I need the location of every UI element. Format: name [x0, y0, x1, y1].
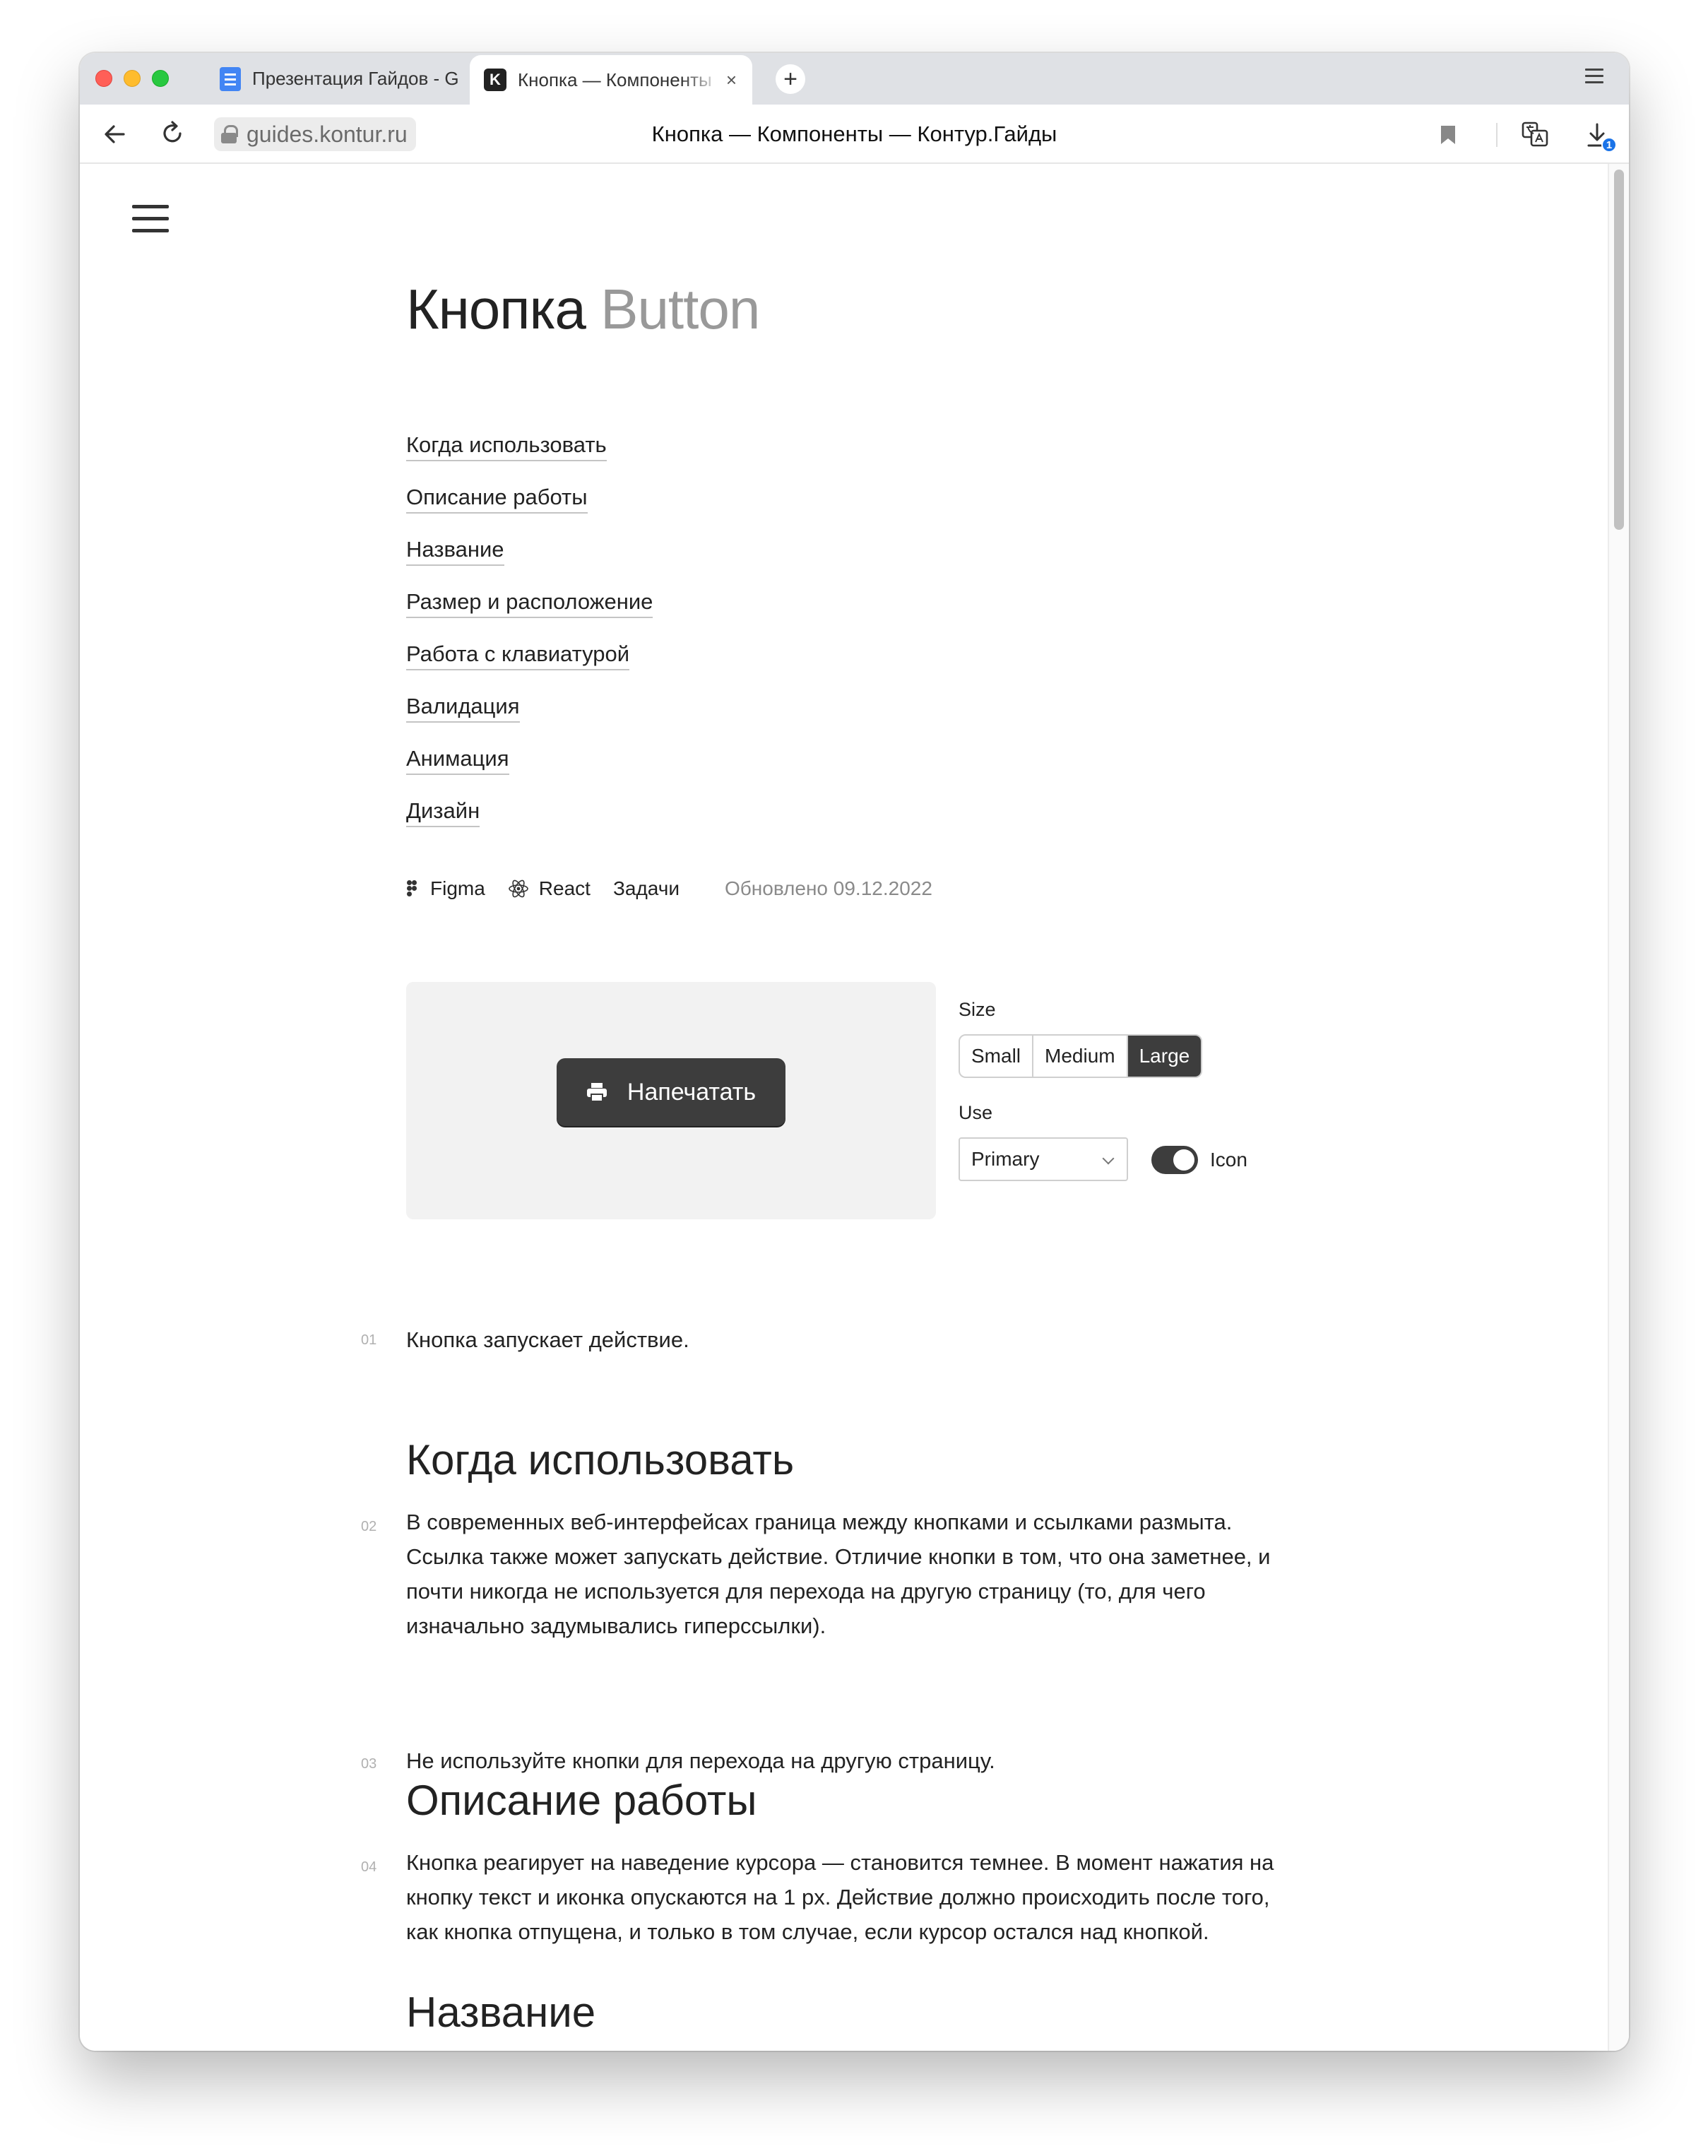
print-button[interactable]: Напечатать	[557, 1058, 785, 1126]
toc-link-name[interactable]: Название	[406, 537, 504, 566]
paragraph-number: 02	[361, 1519, 377, 1534]
section-heading-when: Когда использовать	[406, 1436, 795, 1483]
maximize-window-button[interactable]	[152, 70, 169, 87]
resource-links: Figma React Задачи Обновлено 09.12.2022	[406, 877, 932, 900]
page-title-en: Button	[600, 278, 760, 340]
toc-link-description[interactable]: Описание работы	[406, 485, 588, 514]
paragraph-when: В современных веб-интерфейсах граница ме…	[406, 1510, 1271, 1638]
paragraph-number: 03	[361, 1756, 377, 1772]
paragraph-number: 04	[361, 1859, 377, 1875]
address-bar[interactable]: guides.kontur.ru	[214, 117, 416, 151]
tabs-menu-icon[interactable]	[1585, 69, 1603, 88]
use-select-value: Primary	[971, 1148, 1040, 1170]
chevron-down-icon	[1102, 1152, 1115, 1165]
size-switcher: Small Medium Large	[959, 1034, 1203, 1078]
tab-title: Кнопка — Компоненты	[518, 69, 712, 90]
tab-strip: Презентация Гайдов - G K Кнопка — Компон…	[80, 53, 1629, 105]
icon-toggle-label: Icon	[1210, 1149, 1247, 1171]
react-link-label: React	[538, 877, 591, 899]
lock-icon	[221, 125, 238, 143]
toolbar-divider	[1496, 123, 1498, 147]
toc-link-validation[interactable]: Валидация	[406, 694, 520, 723]
back-arrow-icon[interactable]	[101, 120, 129, 148]
toc-link-keyboard[interactable]: Работа с клавиатурой	[406, 641, 630, 670]
use-label: Use	[959, 1102, 993, 1123]
new-tab-button[interactable]: +	[776, 64, 805, 94]
paragraph-description: Кнопка реагирует на наведение курсора — …	[406, 1850, 1274, 1944]
size-option-small[interactable]: Small	[960, 1036, 1034, 1077]
minimize-window-button[interactable]	[124, 70, 141, 87]
figma-link-label: Figma	[430, 877, 485, 899]
size-option-medium[interactable]: Medium	[1033, 1036, 1128, 1077]
print-button-label: Напечатать	[627, 1078, 757, 1106]
page-title-ru: Кнопка	[406, 278, 586, 340]
scrollbar-thumb[interactable]	[1614, 170, 1624, 530]
downloads-button[interactable]: 1	[1584, 120, 1617, 153]
section-heading-name: Название	[406, 1989, 596, 2036]
react-icon	[508, 879, 528, 898]
paragraph-number: 01	[361, 1332, 377, 1348]
download-count-badge: 1	[1601, 137, 1617, 153]
icon-toggle[interactable]	[1151, 1146, 1198, 1174]
toc-link-size[interactable]: Размер и расположение	[406, 589, 653, 618]
toc-link-animation[interactable]: Анимация	[406, 746, 509, 775]
tab-button-guide[interactable]: K Кнопка — Компоненты ×	[470, 55, 752, 105]
updated-date: Обновлено 09.12.2022	[724, 877, 932, 899]
google-docs-icon	[220, 66, 241, 91]
printer-icon	[586, 1083, 607, 1102]
close-tab-icon[interactable]: ×	[726, 69, 737, 91]
page-viewport: Кнопка Button Когда использовать Описани…	[80, 164, 1629, 2051]
toolbar: Кнопка — Компоненты — Контур.Гайды guide…	[80, 105, 1629, 164]
page-title: Кнопка Button	[406, 277, 760, 342]
figma-link[interactable]: Figma	[406, 877, 485, 900]
section-heading-description: Описание работы	[406, 1777, 757, 1824]
translate-icon[interactable]	[1521, 120, 1549, 148]
use-select[interactable]: Primary	[959, 1137, 1128, 1181]
toc-link-design[interactable]: Дизайн	[406, 798, 480, 827]
menu-icon[interactable]	[132, 205, 169, 233]
reload-icon[interactable]	[158, 119, 187, 148]
button-demo-preview: Напечатать	[406, 982, 936, 1219]
bookmark-icon[interactable]	[1440, 124, 1457, 146]
kontur-k-icon: K	[484, 69, 506, 91]
figma-icon	[407, 880, 417, 896]
paragraph-intro: Кнопка запускает действие.	[406, 1327, 689, 1352]
url-text: guides.kontur.ru	[247, 121, 408, 147]
size-option-large[interactable]: Large	[1127, 1036, 1202, 1077]
size-label: Size	[959, 999, 996, 1020]
close-window-button[interactable]	[95, 70, 112, 87]
vertical-scrollbar[interactable]	[1608, 164, 1629, 2051]
paragraph-dont: Не используйте кнопки для перехода на др…	[406, 1748, 995, 1773]
react-link[interactable]: React	[508, 877, 591, 900]
tasks-link[interactable]: Задачи	[613, 877, 680, 900]
browser-window: Презентация Гайдов - G K Кнопка — Компон…	[80, 53, 1629, 2051]
toc-link-when[interactable]: Когда использовать	[406, 432, 607, 461]
